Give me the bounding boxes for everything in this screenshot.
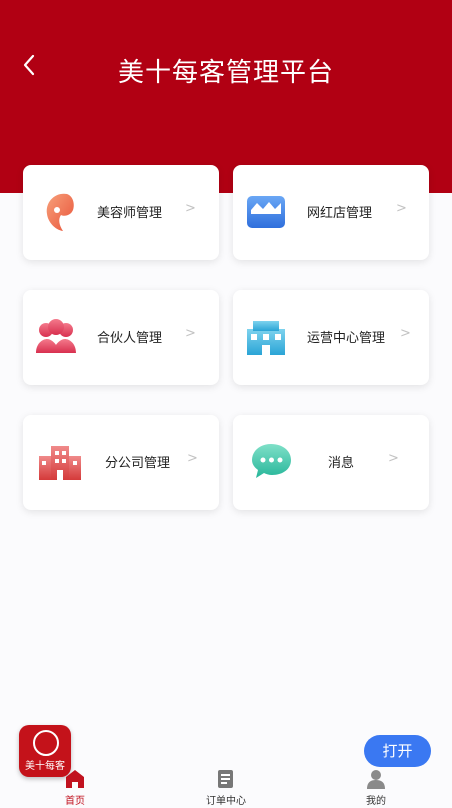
beautician-icon [46,193,74,231]
menu-label: 美容师管理 [97,206,163,221]
page-title: 美十每客管理平台 [117,58,334,88]
profile-icon [367,770,385,789]
menu-label: 运营中心管理 [307,331,386,346]
menu-label: 合伙人管理 [97,331,163,346]
tab-label: 我的 [366,796,386,807]
operation-center-icon [247,321,285,355]
menu-label: 网红店管理 [307,206,373,221]
home-icon [66,770,84,788]
chevron-right-icon: > [400,326,411,341]
menu-card-shop[interactable]: 网红店管理 > [233,165,429,260]
menu-card-branch-office[interactable]: 分公司管理 > [23,415,219,510]
tab-profile[interactable]: 我的 [336,768,416,807]
menu-card-beautician[interactable]: 美容师管理 > [23,165,219,260]
menu-card-message[interactable]: 消息 > [233,415,429,510]
menu-card-operation-center[interactable]: 运营中心管理 > [233,290,429,385]
order-icon [218,770,233,788]
logo-emblem-icon [33,730,59,756]
tab-orders[interactable]: 订单中心 [186,768,266,807]
chevron-right-icon: > [185,201,196,216]
tab-bar: 首页 订单中心 我的 [0,760,452,808]
menu-label: 分公司管理 [105,456,171,471]
tab-label: 首页 [65,796,85,807]
chevron-right-icon: > [187,451,198,466]
chevron-right-icon: > [388,451,399,466]
tab-home[interactable]: 首页 [35,768,115,807]
chevron-right-icon: > [396,201,407,216]
partners-icon [36,319,76,353]
shop-icon [247,196,285,228]
menu-label: 消息 [328,456,355,471]
message-icon [252,444,291,478]
menu-card-partners[interactable]: 合伙人管理 > [23,290,219,385]
chevron-right-icon: > [185,326,196,341]
branch-office-icon [39,446,81,480]
tab-label: 订单中心 [206,796,246,807]
